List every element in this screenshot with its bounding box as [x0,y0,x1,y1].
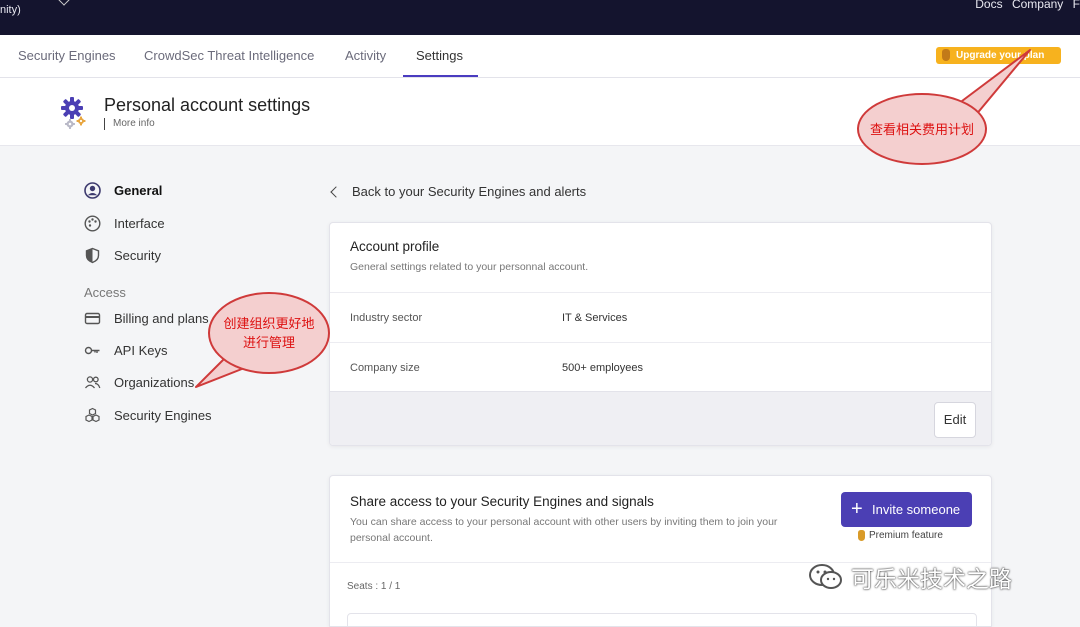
share-access-title: Share access to your Security Engines an… [350,494,654,509]
invite-someone-label: Invite someone [872,502,961,517]
key-icon [84,342,101,359]
sidebar-item-label: General [114,183,163,198]
tab-settings[interactable]: Settings [416,48,463,63]
sidebar-item-api-keys[interactable]: API Keys [84,342,167,359]
org-callout-line2: 进行管理 [242,335,295,350]
top-links: Docs Company F [969,0,1080,11]
account-profile-card: Account profile General settings related… [329,222,992,446]
account-profile-footer: Edit [330,391,991,445]
chevron-down-icon[interactable] [58,0,70,6]
page-title: Personal account settings [104,95,311,115]
sidebar-item-interface[interactable]: Interface [84,215,165,232]
sidebar-item-label: Security Engines [114,408,212,423]
tab-navigation: Security Engines CrowdSec Threat Intelli… [0,35,1080,78]
sidebar-item-label: Billing and plans [114,311,209,326]
medal-icon [942,49,950,61]
seats-count: Seats : 1 / 1 [347,581,401,592]
profile-row: Company size 500+ employees [330,342,991,392]
wechat-icon [809,564,842,589]
edit-button[interactable]: Edit [934,402,976,438]
docs-link[interactable]: Docs [975,0,1002,11]
company-link[interactable]: Company [1012,0,1063,11]
members-list [347,613,977,626]
sidebar-item-security-engines[interactable]: Security Engines [84,407,212,424]
active-tab-indicator [403,75,478,77]
sidebar-item-general[interactable]: General [84,182,162,199]
industry-sector-label: Industry sector [350,312,423,324]
org-callout: 创建组织更好地 进行管理 [208,292,330,374]
premium-feature-badge: Premium feature [858,530,943,541]
upgrade-plan-button[interactable]: Upgrade your plan [936,47,1061,64]
chevron-left-icon [330,186,342,198]
industry-sector-value: IT & Services [562,312,628,324]
org-selector-label[interactable]: nity) [0,4,21,16]
company-size-label: Company size [350,362,420,374]
invite-someone-button[interactable]: + Invite someone [841,492,972,527]
settings-gear-icon [61,97,86,129]
sidebar-item-security[interactable]: Security [84,247,161,264]
company-size-value: 500+ employees [562,362,644,374]
back-link-label: Back to your Security Engines and alerts [352,184,587,199]
sidebar-item-organizations[interactable]: Organizations [84,374,194,391]
top-bar: nity) Docs Company F [0,0,1080,35]
account-profile-title: Account profile [350,239,440,254]
profile-row: Industry sector IT & Services [330,292,991,342]
sidebar-item-label: Security [114,248,161,263]
account-profile-subtitle: General settings related to your personn… [350,261,589,273]
plus-icon: + [851,498,863,520]
watermark-text: 可乐米技术之路 [851,566,1012,592]
sidebar-item-label: API Keys [114,343,168,358]
medal-icon [858,530,865,541]
tab-threat-intelligence[interactable]: CrowdSec Threat Intelligence [144,48,314,63]
share-access-card: Share access to your Security Engines an… [329,475,992,627]
plan-callout: 查看相关费用计划 [857,93,987,165]
credit-card-icon [84,310,101,327]
upgrade-plan-label: Upgrade your plan [956,50,1045,61]
shield-icon [84,247,101,264]
sidebar-item-label: Interface [114,216,165,231]
sidebar-item-billing[interactable]: Billing and plans [84,310,209,327]
tab-activity[interactable]: Activity [345,48,386,63]
user-circle-icon [84,182,101,199]
plan-callout-text: 查看相关费用计划 [869,121,974,137]
back-link[interactable]: Back to your Security Engines and alerts [330,184,587,199]
org-callout-line1: 创建组织更好地 [223,316,315,331]
watermark: 可乐米技术之路 [807,560,1012,594]
cubes-icon [84,407,101,424]
sidebar-item-label: Organizations [114,375,195,390]
palette-icon [84,215,101,232]
more-info-link[interactable]: More info [104,118,155,130]
sidebar-access-heading: Access [84,285,126,300]
truncated-link[interactable]: F [1073,0,1080,11]
share-access-description: You can share access to your personal ac… [350,516,778,544]
premium-feature-label: Premium feature [869,530,943,541]
tab-security-engines[interactable]: Security Engines [18,48,116,63]
users-icon [84,374,101,391]
